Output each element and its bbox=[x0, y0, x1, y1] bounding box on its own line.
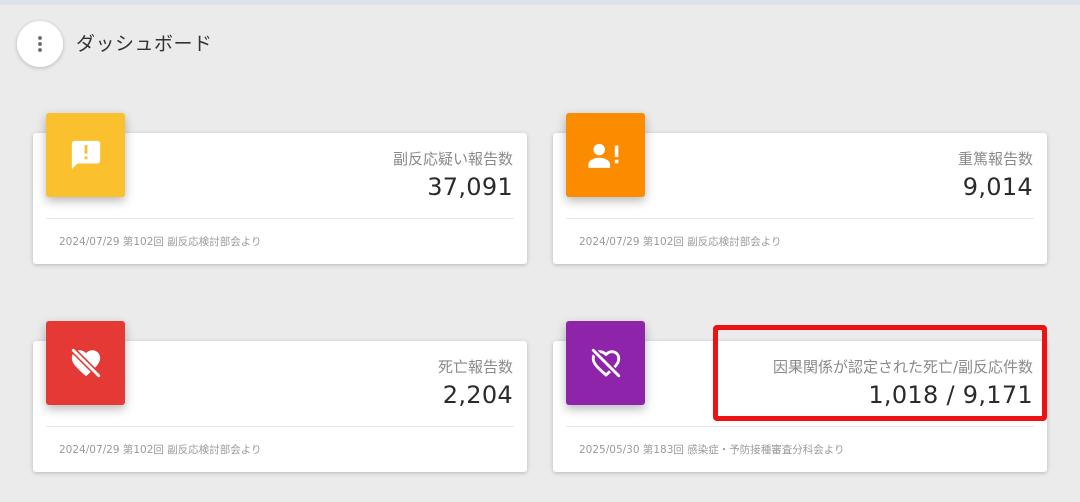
card-value: 37,091 bbox=[427, 173, 513, 201]
card-label: 因果関係が認定された死亡/副反応件数 bbox=[772, 358, 1033, 376]
card-divider bbox=[566, 218, 1034, 219]
card-icon-box bbox=[566, 321, 645, 405]
card-icon-box bbox=[46, 321, 125, 405]
stat-card-side-effect-reports: 副反応疑い報告数 37,091 2024/07/29 第102回 副反応検討部会… bbox=[33, 113, 527, 264]
card-value: 2,204 bbox=[442, 381, 513, 409]
stat-card-causality-recognized: 因果関係が認定された死亡/副反応件数 1,018 / 9,171 2025/05… bbox=[553, 321, 1047, 472]
card-divider bbox=[46, 218, 514, 219]
page-title: ダッシュボード bbox=[76, 33, 213, 55]
person-alert-icon bbox=[587, 143, 618, 168]
more-vertical-icon bbox=[38, 36, 42, 52]
card-icon-box bbox=[46, 113, 125, 197]
card-footer-source: 2025/05/30 第183回 感染症・予防接種審査分科会より bbox=[579, 444, 845, 456]
card-value: 1,018 / 9,171 bbox=[868, 381, 1033, 409]
card-divider bbox=[46, 426, 514, 427]
card-divider bbox=[566, 426, 1034, 427]
stat-card-serious-reports: 重篤報告数 9,014 2024/07/29 第102回 副反応検討部会より bbox=[553, 113, 1047, 264]
top-border bbox=[0, 0, 1080, 5]
heart-off-icon bbox=[69, 347, 102, 379]
card-footer-source: 2024/07/29 第102回 副反応検討部会より bbox=[59, 444, 262, 456]
stat-card-death-reports: 死亡報告数 2,204 2024/07/29 第102回 副反応検討部会より bbox=[33, 321, 527, 472]
card-footer-source: 2024/07/29 第102回 副反応検討部会より bbox=[59, 236, 262, 248]
card-label: 死亡報告数 bbox=[437, 358, 513, 376]
heart-broken-outline-icon bbox=[589, 347, 622, 379]
card-value: 9,014 bbox=[962, 173, 1033, 201]
card-icon-box bbox=[566, 113, 645, 197]
card-label: 重篤報告数 bbox=[957, 150, 1033, 168]
report-alert-icon bbox=[71, 140, 100, 170]
menu-button[interactable] bbox=[17, 21, 63, 67]
card-footer-source: 2024/07/29 第102回 副反応検討部会より bbox=[579, 236, 782, 248]
card-label: 副反応疑い報告数 bbox=[392, 150, 513, 168]
